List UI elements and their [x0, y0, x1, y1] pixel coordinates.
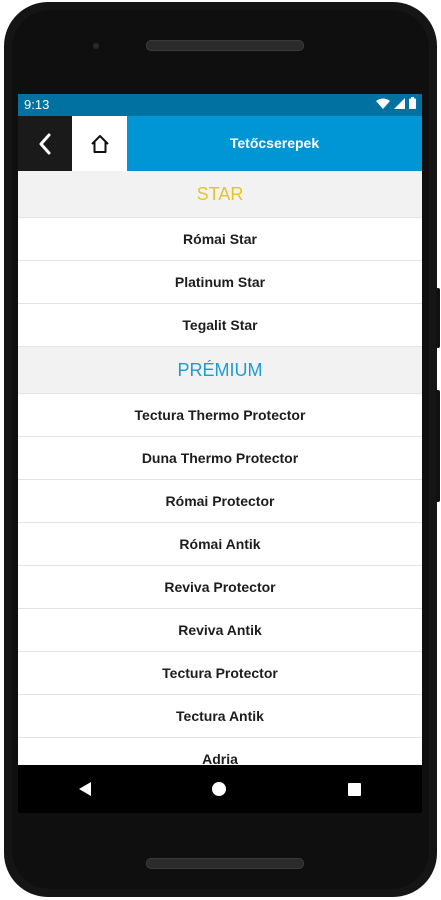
list-item[interactable]: Reviva Antik: [18, 609, 422, 652]
section-header-star: STAR: [18, 171, 422, 218]
list-item[interactable]: Tegalit Star: [18, 304, 422, 347]
list-item[interactable]: Római Protector: [18, 480, 422, 523]
status-bar: 9:13: [18, 94, 422, 116]
nav-recent-apps-icon[interactable]: [348, 782, 362, 796]
battery-icon: [409, 97, 416, 109]
list-item[interactable]: Római Star: [18, 218, 422, 261]
wifi-icon: [376, 98, 390, 109]
earpiece-speaker: [146, 40, 304, 51]
volume-button: [436, 390, 440, 502]
status-icons: [376, 97, 416, 109]
home-icon: [90, 134, 109, 153]
nav-home-icon[interactable]: [212, 782, 227, 796]
signal-icon: [394, 97, 405, 109]
list-item[interactable]: Duna Thermo Protector: [18, 437, 422, 480]
list-item[interactable]: Reviva Protector: [18, 566, 422, 609]
power-button: [436, 288, 440, 348]
chevron-left-icon: [39, 133, 51, 154]
app-bar: Tetőcserepek: [18, 116, 422, 171]
section-header-premium: PRÉMIUM: [18, 347, 422, 394]
back-button[interactable]: [18, 116, 72, 171]
status-time: 9:13: [24, 97, 50, 112]
list-item[interactable]: Római Antik: [18, 523, 422, 566]
bottom-speaker: [146, 858, 304, 869]
list-item[interactable]: Tectura Protector: [18, 652, 422, 695]
camera-icon: [93, 43, 99, 49]
nav-back-icon[interactable]: [78, 782, 91, 796]
list-item[interactable]: Tectura Thermo Protector: [18, 394, 422, 437]
navigation-bar: [18, 765, 422, 813]
list-item[interactable]: Platinum Star: [18, 261, 422, 304]
page-title: Tetőcserepek: [229, 135, 320, 151]
tile-list: STAR Római Star Platinum Star Tegalit St…: [18, 171, 422, 781]
home-button[interactable]: [72, 116, 127, 171]
list-item[interactable]: Tectura Antik: [18, 695, 422, 738]
screen: 9:13 Tetőcserepek STAR Római Star Platin…: [18, 94, 422, 813]
